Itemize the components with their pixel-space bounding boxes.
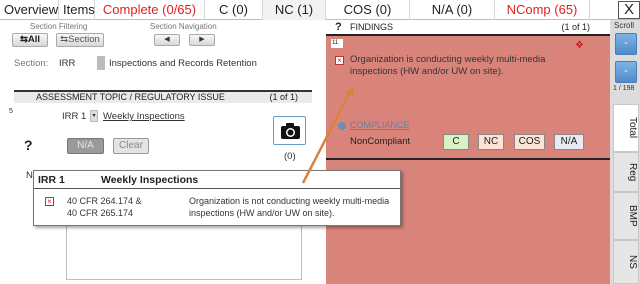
findings-header: ? FINDINGS (1 of 1): [326, 20, 610, 36]
filter-section-button[interactable]: ⇆Section: [56, 33, 104, 47]
popup-citation-line1: 40 CFR 264.174 &: [67, 196, 142, 206]
filter-icon: ⇆: [19, 34, 28, 45]
status-nc-button[interactable]: NC: [478, 134, 504, 150]
top-tab-bar: Overview Items Complete (0/65) C (0) NC …: [0, 0, 640, 20]
finding-menu-icon[interactable]: ❖: [575, 40, 584, 51]
item-number: 5: [9, 108, 13, 115]
notes-label: N: [26, 170, 33, 181]
finding-number: 11: [331, 39, 343, 48]
filter-all-button[interactable]: ⇆All: [12, 33, 48, 47]
next-section-button[interactable]: ▶: [189, 34, 215, 46]
photo-count: (0): [284, 151, 296, 162]
tab-na[interactable]: N/A (0): [410, 0, 495, 20]
compliance-info-icon: [338, 122, 346, 130]
section-navigation-caption: Section Navigation: [150, 22, 217, 31]
scroll-count: 1 / 198: [613, 85, 635, 92]
findings-help-icon[interactable]: ?: [335, 20, 342, 35]
scroll-caption: Scroll: [614, 21, 635, 30]
item-code: IRR 1: [62, 111, 87, 122]
scroll-up-button[interactable]: -: [615, 33, 637, 55]
popup-description: Organization is not conducting weekly mu…: [189, 196, 390, 218]
filter-icon: ⇆: [60, 34, 69, 45]
tab-nc[interactable]: NC (1): [263, 0, 326, 20]
na-button[interactable]: N/A: [67, 138, 104, 154]
assessment-panel: Section Filtering Section Navigation ⇆Al…: [0, 20, 325, 284]
tab-ncomp[interactable]: NComp (65): [495, 0, 590, 20]
popup-header: IRR 1 Weekly Inspections: [34, 171, 400, 189]
close-button[interactable]: X: [618, 1, 640, 19]
item-title-link[interactable]: Weekly Inspections: [103, 111, 185, 122]
camera-icon: [281, 123, 300, 139]
tab-overview[interactable]: Overview: [0, 0, 59, 20]
camera-button[interactable]: [273, 116, 306, 145]
section-label: Section:: [14, 58, 49, 69]
findings-divider: [326, 158, 610, 160]
finding-remove-icon[interactable]: ×: [335, 56, 344, 65]
section-color-box: [97, 56, 105, 70]
status-cos-button[interactable]: COS: [514, 134, 545, 150]
assessment-header: ASSESSMENT TOPIC / REGULATORY ISSUE (1 o…: [14, 90, 312, 103]
side-tab-total[interactable]: Total: [613, 104, 639, 152]
status-c-button[interactable]: C: [443, 134, 469, 150]
status-na-button[interactable]: N/A: [554, 134, 584, 150]
side-tab-reg[interactable]: Reg: [613, 152, 639, 192]
compliance-link[interactable]: COMPLIANCE: [350, 120, 410, 130]
popup-remove-icon[interactable]: ×: [45, 197, 54, 206]
section-name: Inspections and Records Retention: [109, 58, 257, 69]
assessment-header-count: (1 of 1): [269, 92, 298, 102]
notes-textarea[interactable]: [66, 218, 302, 280]
filter-all-label: All: [27, 34, 41, 45]
finding-text: Organization is conducting weekly multi-…: [350, 54, 546, 77]
prev-section-button[interactable]: ◀: [154, 34, 180, 46]
popup-citation-line2: 40 CFR 265.174: [67, 208, 134, 218]
popup-title: Weekly Inspections: [101, 174, 199, 186]
findings-panel: ? FINDINGS (1 of 1) 11 ❖ × Organization …: [326, 20, 610, 284]
assessment-header-title: ASSESSMENT TOPIC / REGULATORY ISSUE: [36, 92, 225, 102]
section-code: IRR: [59, 58, 76, 69]
findings-title: FINDINGS: [350, 22, 394, 32]
help-icon[interactable]: ?: [24, 137, 33, 153]
compliance-status: NonCompliant: [350, 136, 411, 147]
regulation-popup: IRR 1 Weekly Inspections × 40 CFR 264.17…: [33, 170, 401, 226]
filter-section-label: Section: [68, 34, 100, 45]
findings-count: (1 of 1): [561, 22, 590, 32]
scroll-sidebar: Scroll - - 1 / 198 Total Reg BMP NS: [610, 20, 640, 284]
tab-complete[interactable]: Complete (0/65): [95, 0, 205, 20]
scroll-down-button[interactable]: -: [615, 61, 637, 83]
chevron-down-icon: ▾: [92, 113, 96, 119]
side-tab-ns[interactable]: NS: [613, 240, 639, 284]
tab-cos[interactable]: COS (0): [326, 0, 410, 20]
popup-citation: 40 CFR 264.174 & 40 CFR 265.174: [67, 195, 142, 219]
tab-items[interactable]: Items: [59, 0, 95, 20]
item-dropdown[interactable]: ▾: [90, 110, 98, 122]
popup-code: IRR 1: [38, 174, 65, 186]
section-filtering-caption: Section Filtering: [30, 22, 88, 31]
tab-c[interactable]: C (0): [205, 0, 263, 20]
side-tab-bmp[interactable]: BMP: [613, 192, 639, 240]
clear-button[interactable]: Clear: [113, 138, 149, 154]
